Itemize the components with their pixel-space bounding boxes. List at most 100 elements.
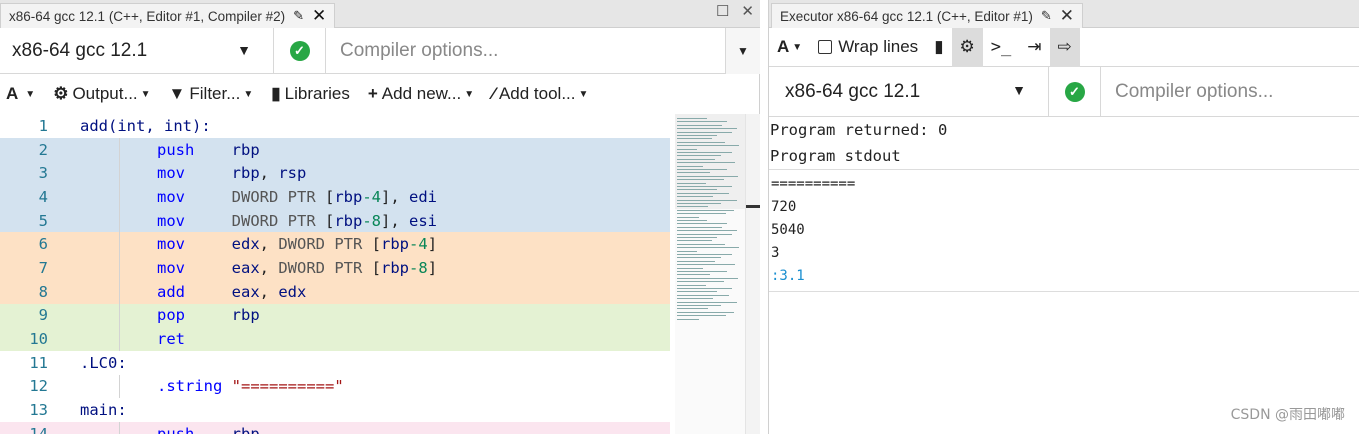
code-token: mov <box>157 187 185 206</box>
executor-tab[interactable]: Executor x86-64 gcc 12.1 (C++, Editor #1… <box>771 3 1084 28</box>
code-line[interactable]: 5 mov DWORD PTR [rbp -8], esi <box>0 208 670 233</box>
wrap-lines-checkbox[interactable] <box>818 40 833 54</box>
vertical-scrollbar[interactable] <box>745 114 760 434</box>
pencil-icon[interactable]: ✎ <box>293 8 304 24</box>
pane-divider[interactable] <box>760 0 768 434</box>
code-token: "==========" <box>231 377 344 396</box>
code-line[interactable]: 12 .string "==========" <box>0 374 670 399</box>
code-token: ] <box>427 235 438 254</box>
code-token: DWORD PTR <box>231 211 325 230</box>
executor-options-placeholder: Compiler options... <box>1115 80 1274 102</box>
assembly-pane: x86-64 gcc 12.1 (C++, Editor #1, Compile… <box>0 0 760 434</box>
executor-status[interactable]: ✓ <box>1049 66 1101 117</box>
line-source: .string "==========" <box>80 375 670 399</box>
minimap-line <box>677 308 708 310</box>
font-size-button[interactable]: A ▼ <box>769 28 810 67</box>
book-button[interactable]: ▮ <box>926 28 951 67</box>
minimap-line <box>677 175 738 177</box>
gear-icon: ⚙ <box>53 84 69 103</box>
minimap-line <box>677 182 706 184</box>
compiler-explorer-window: x86-64 gcc 12.1 (C++, Editor #1, Compile… <box>0 0 1359 434</box>
minimap-line <box>677 298 713 300</box>
minimap-line <box>677 294 729 296</box>
code-token: [ <box>325 187 335 206</box>
line-number: 4 <box>38 187 48 206</box>
code-line[interactable]: 4 mov DWORD PTR [rbp -4], edi <box>0 185 670 209</box>
line-source: add(int, int): <box>80 114 670 138</box>
assembly-code-view[interactable]: 1 add(int, int): 2 push rbp 3 mov rbp, rsp 4 mo… <box>0 114 670 434</box>
maximize-icon[interactable]: ☐ <box>716 2 729 20</box>
minimap-line <box>677 169 727 170</box>
minimap-line <box>677 118 707 119</box>
filter-label: Filter... <box>189 84 241 103</box>
executor-compiler-select[interactable]: x86-64 gcc 12.1 ▼ <box>769 66 1049 117</box>
code-token: mov <box>157 164 185 183</box>
libraries-button[interactable]: ▮ Libraries <box>271 84 350 104</box>
stdout-line: 720 <box>771 198 797 215</box>
code-line[interactable]: 7 mov eax, DWORD PTR [rbp -8] <box>0 256 670 280</box>
compiler-select[interactable]: x86-64 gcc 12.1 ▼ <box>0 27 274 74</box>
line-source: mov eax, DWORD PTR [rbp -8] <box>80 256 670 280</box>
add-tool-button[interactable]: ⁄ Add tool... ▼ <box>492 84 588 104</box>
minimap-line <box>677 267 703 269</box>
minimap-line <box>677 199 737 201</box>
splitter-handle[interactable] <box>746 205 760 208</box>
wrap-lines-toggle[interactable]: Wrap lines <box>810 28 926 67</box>
code-line[interactable]: 10 ret <box>0 327 670 351</box>
line-source: main: <box>80 398 670 422</box>
minimap-line <box>677 311 734 313</box>
terminal-button[interactable]: >_ <box>983 28 1019 67</box>
add-new-button[interactable]: + Add new... ▼ <box>368 84 474 104</box>
executor-compiler-value: x86-64 gcc 12.1 <box>785 80 921 102</box>
minimap-line <box>677 271 727 272</box>
stdout-line: ========== <box>771 175 856 192</box>
gears-button[interactable]: ⚙ <box>951 27 983 67</box>
minimap-line <box>677 131 732 133</box>
compiler-options-input[interactable]: Compiler options... <box>326 27 726 74</box>
code-line[interactable]: 13 main: <box>0 398 670 422</box>
code-line[interactable]: 2 push rbp <box>0 137 670 162</box>
code-line[interactable]: 8 add eax, edx <box>0 279 670 304</box>
minimap-line <box>677 216 699 218</box>
minimap-line <box>677 162 735 164</box>
minimap-line <box>677 226 722 228</box>
close-icon[interactable]: ✕ <box>312 6 326 26</box>
line-source: mov rbp, rsp <box>80 161 670 185</box>
output-button[interactable]: ⚙ Output... ▼ <box>53 84 150 104</box>
filter-button[interactable]: ▼ Filter... ▼ <box>169 84 254 104</box>
pencil-icon[interactable]: ✎ <box>1041 8 1052 24</box>
sign-out-icon: ⇨ <box>1057 37 1072 56</box>
code-line[interactable]: 1 add(int, int): <box>0 114 670 138</box>
code-line[interactable]: 11 .LC0: <box>0 351 670 375</box>
sign-in-button[interactable]: ⇥ <box>1019 28 1049 67</box>
sign-out-button[interactable]: ⇨ <box>1049 27 1080 67</box>
code-token: DWORD PTR <box>231 187 325 206</box>
minimap-line <box>677 192 729 194</box>
code-line[interactable]: 3 mov rbp, rsp <box>0 161 670 186</box>
code-line[interactable]: 14 push rbp <box>0 421 670 434</box>
minimap-line <box>677 274 710 276</box>
compiler-tab[interactable]: x86-64 gcc 12.1 (C++, Editor #1, Compile… <box>0 3 336 28</box>
minimap-line <box>677 237 717 238</box>
minimap-line <box>677 257 721 259</box>
book-icon: ▮ <box>934 37 944 56</box>
font-size-button[interactable]: A ▼ <box>6 84 35 104</box>
compile-status[interactable]: ✓ <box>274 27 326 74</box>
executor-options-input[interactable]: Compiler options... <box>1101 67 1359 117</box>
code-minimap[interactable] <box>675 114 745 434</box>
options-dropdown-button[interactable]: ▼ <box>726 27 760 74</box>
code-token: edx <box>278 282 307 301</box>
caret-down-icon: ▼ <box>578 88 589 100</box>
line-source: push rbp <box>80 138 670 162</box>
code-line[interactable]: 6 mov edx, DWORD PTR [rbp -4] <box>0 232 670 257</box>
close-icon[interactable]: ✕ <box>1060 6 1074 26</box>
line-number: 9 <box>38 306 48 325</box>
minimap-line <box>677 281 724 283</box>
code-line[interactable]: 9 pop rbp <box>0 303 670 328</box>
code-token: -8 <box>409 258 428 277</box>
compiler-tab-title: x86-64 gcc 12.1 (C++, Editor #1, Compile… <box>9 8 286 24</box>
code-token: edx <box>231 235 260 254</box>
close-pane-icon[interactable]: ✕ <box>741 2 754 20</box>
minimap-line <box>677 284 706 286</box>
